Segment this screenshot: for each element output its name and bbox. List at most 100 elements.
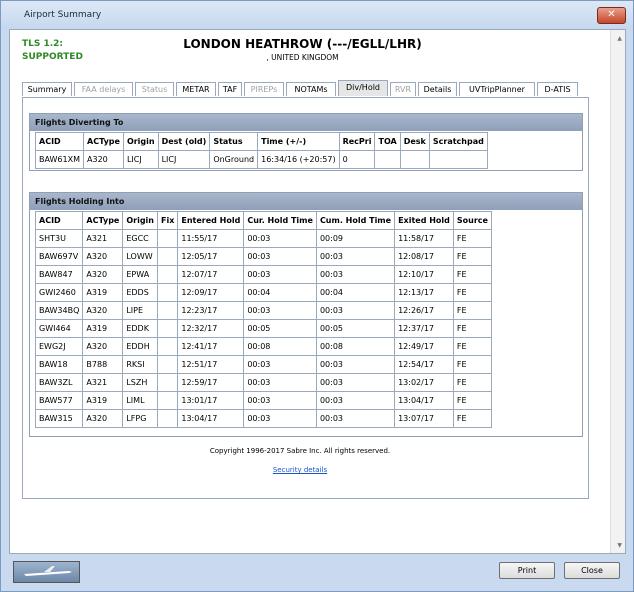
table-cell: 00:03 [243, 373, 317, 392]
table-cell: 00:03 [315, 301, 396, 320]
tab-pireps[interactable]: PIREPs [244, 82, 284, 96]
table-cell: 11:55/17 [177, 229, 245, 248]
table-cell: A321 [82, 229, 124, 248]
aircraft-icon [24, 566, 72, 576]
tab-summary[interactable]: Summary [22, 82, 72, 96]
table-cell: 16:34/16 (+20:57) [257, 150, 340, 169]
table-cell: BAW18 [34, 355, 84, 374]
holding-table: ACID ACType Origin Fix Entered Hold Cur. Hold… [34, 211, 492, 428]
column-header[interactable]: Source [452, 211, 492, 230]
holding-row[interactable]: BAW34BQ A320 LIPE 12:23/17 00:03 00:03 12:26/1… [34, 301, 492, 320]
table-cell: A320 [82, 301, 124, 320]
column-header[interactable]: Scratchpad [428, 132, 488, 151]
close-button[interactable]: Close [564, 562, 620, 579]
table-cell: 00:03 [315, 373, 396, 392]
vertical-scrollbar[interactable]: ▲ ▼ [610, 30, 625, 553]
table-cell: 0 [338, 150, 376, 169]
table-cell [374, 150, 401, 169]
tab-rvr[interactable]: RVR [390, 82, 416, 96]
holding-row[interactable]: GWI2460 A319 EDDS 12:09/17 00:04 00:04 12:13/1… [34, 283, 492, 302]
table-cell: 13:04/17 [394, 391, 454, 410]
table-cell: A321 [82, 373, 124, 392]
table-cell: 12:10/17 [394, 265, 454, 284]
tls-status: TLS 1.2: SUPPORTED [22, 38, 83, 64]
table-cell: A320 [82, 265, 124, 284]
table-cell: FE [452, 355, 492, 374]
table-cell: BAW697V [34, 247, 84, 266]
table-cell [156, 391, 179, 410]
column-header[interactable]: Origin [122, 211, 158, 230]
diverting-row[interactable]: BAW61XM A320 LICJ LICJ OnGround 16:34/16 (+20… [35, 150, 488, 169]
window-title: Airport Summary [24, 10, 102, 20]
column-header[interactable]: Exited Hold [394, 211, 454, 230]
tab-uvtripplanner[interactable]: UVTripPlanner [459, 82, 535, 96]
table-cell: LIML [122, 391, 158, 410]
table-cell: 00:03 [315, 247, 396, 266]
table-cell: GWI2460 [34, 283, 84, 302]
table-cell: 12:51/17 [177, 355, 245, 374]
column-header[interactable]: Cum. Hold Time [315, 211, 396, 230]
table-cell: FE [452, 373, 492, 392]
table-cell: FE [452, 337, 492, 356]
tab-status[interactable]: Status [135, 82, 174, 96]
holding-row[interactable]: BAW18 B788 RKSI 12:51/17 00:03 00:03 12:54/17 F… [34, 355, 492, 374]
holding-row[interactable]: BAW315 A320 LFPG 13:04/17 00:03 00:03 13:07/17… [34, 409, 492, 428]
table-cell [156, 373, 179, 392]
holding-row[interactable]: BAW577 A319 LIML 13:01/17 00:03 00:03 13:04/17… [34, 391, 492, 410]
diverting-section-title: Flights Diverting To [30, 114, 582, 131]
table-cell: 00:05 [243, 319, 317, 338]
tab-div-hold[interactable]: Div/Hold [338, 80, 388, 96]
holding-row[interactable]: BAW3ZL A321 LSZH 12:59/17 00:03 00:03 13:02/17… [34, 373, 492, 392]
tls-value: SUPPORTED [22, 52, 83, 62]
tab-details[interactable]: Details [418, 82, 457, 96]
table-cell: 00:04 [315, 283, 396, 302]
table-cell: LICJ [122, 150, 159, 169]
column-header[interactable]: Fix [156, 211, 179, 230]
column-header[interactable]: Status [209, 132, 259, 151]
title-bar: Airport Summary ✕ [1, 1, 633, 29]
column-header[interactable]: RecPri [338, 132, 376, 151]
table-cell: A320 [82, 247, 124, 266]
table-cell: 13:02/17 [394, 373, 454, 392]
tab-notams[interactable]: NOTAMs [286, 82, 336, 96]
column-header[interactable]: Dest (old) [157, 132, 211, 151]
table-cell: 12:23/17 [177, 301, 245, 320]
table-cell: 12:49/17 [394, 337, 454, 356]
holding-row[interactable]: BAW847 A320 EPWA 12:07/17 00:03 00:03 12:10/17… [34, 265, 492, 284]
table-cell: FE [452, 265, 492, 284]
table-cell: RKSI [122, 355, 158, 374]
column-header[interactable]: ACType [83, 132, 124, 151]
holding-row[interactable]: GWI464 A319 EDDK 12:32/17 00:05 00:05 12:37/17… [34, 319, 492, 338]
table-cell: 00:03 [243, 391, 317, 410]
print-button[interactable]: Print [499, 562, 555, 579]
window-close-button[interactable]: ✕ [597, 7, 626, 24]
table-cell: BAW847 [34, 265, 84, 284]
column-header[interactable]: Origin [122, 132, 159, 151]
table-cell: 00:04 [243, 283, 317, 302]
table-cell: 00:03 [243, 409, 317, 428]
column-header[interactable]: Entered Hold [177, 211, 245, 230]
column-header[interactable]: Cur. Hold Time [243, 211, 317, 230]
column-header[interactable]: TOA [374, 132, 401, 151]
table-cell: 11:58/17 [394, 229, 454, 248]
holding-row[interactable]: SHT3U A321 EGCC 11:55/17 00:03 00:09 11:58/17 F… [34, 229, 492, 248]
column-header[interactable]: ACID [35, 132, 84, 151]
table-cell: FE [452, 391, 492, 410]
holding-row[interactable]: BAW697V A320 LOWW 12:05/17 00:03 00:03 12:08/1… [34, 247, 492, 266]
scroll-up-icon[interactable]: ▲ [617, 35, 622, 42]
holding-row[interactable]: EWG2J A320 EDDH 12:41/17 00:08 00:08 12:49/17 F… [34, 337, 492, 356]
holding-section-title: Flights Holding Into [30, 193, 582, 210]
column-header[interactable]: ACType [82, 211, 124, 230]
tab-taf[interactable]: TAF [218, 82, 242, 96]
column-header[interactable]: ACID [34, 211, 84, 230]
diverting-section: Flights Diverting To ACID ACType Origin Des… [29, 113, 583, 171]
column-header[interactable]: Time (+/-) [257, 132, 340, 151]
tab-metar[interactable]: METAR [176, 82, 216, 96]
table-cell: 00:09 [315, 229, 396, 248]
tab-d-atis[interactable]: D-ATIS [537, 82, 578, 96]
scroll-down-icon[interactable]: ▼ [617, 542, 622, 549]
table-cell: BAW3ZL [34, 373, 84, 392]
tab-faa-delays[interactable]: FAA delays [74, 82, 133, 96]
security-details-link[interactable]: Security details [10, 466, 590, 474]
column-header[interactable]: Desk [399, 132, 430, 151]
